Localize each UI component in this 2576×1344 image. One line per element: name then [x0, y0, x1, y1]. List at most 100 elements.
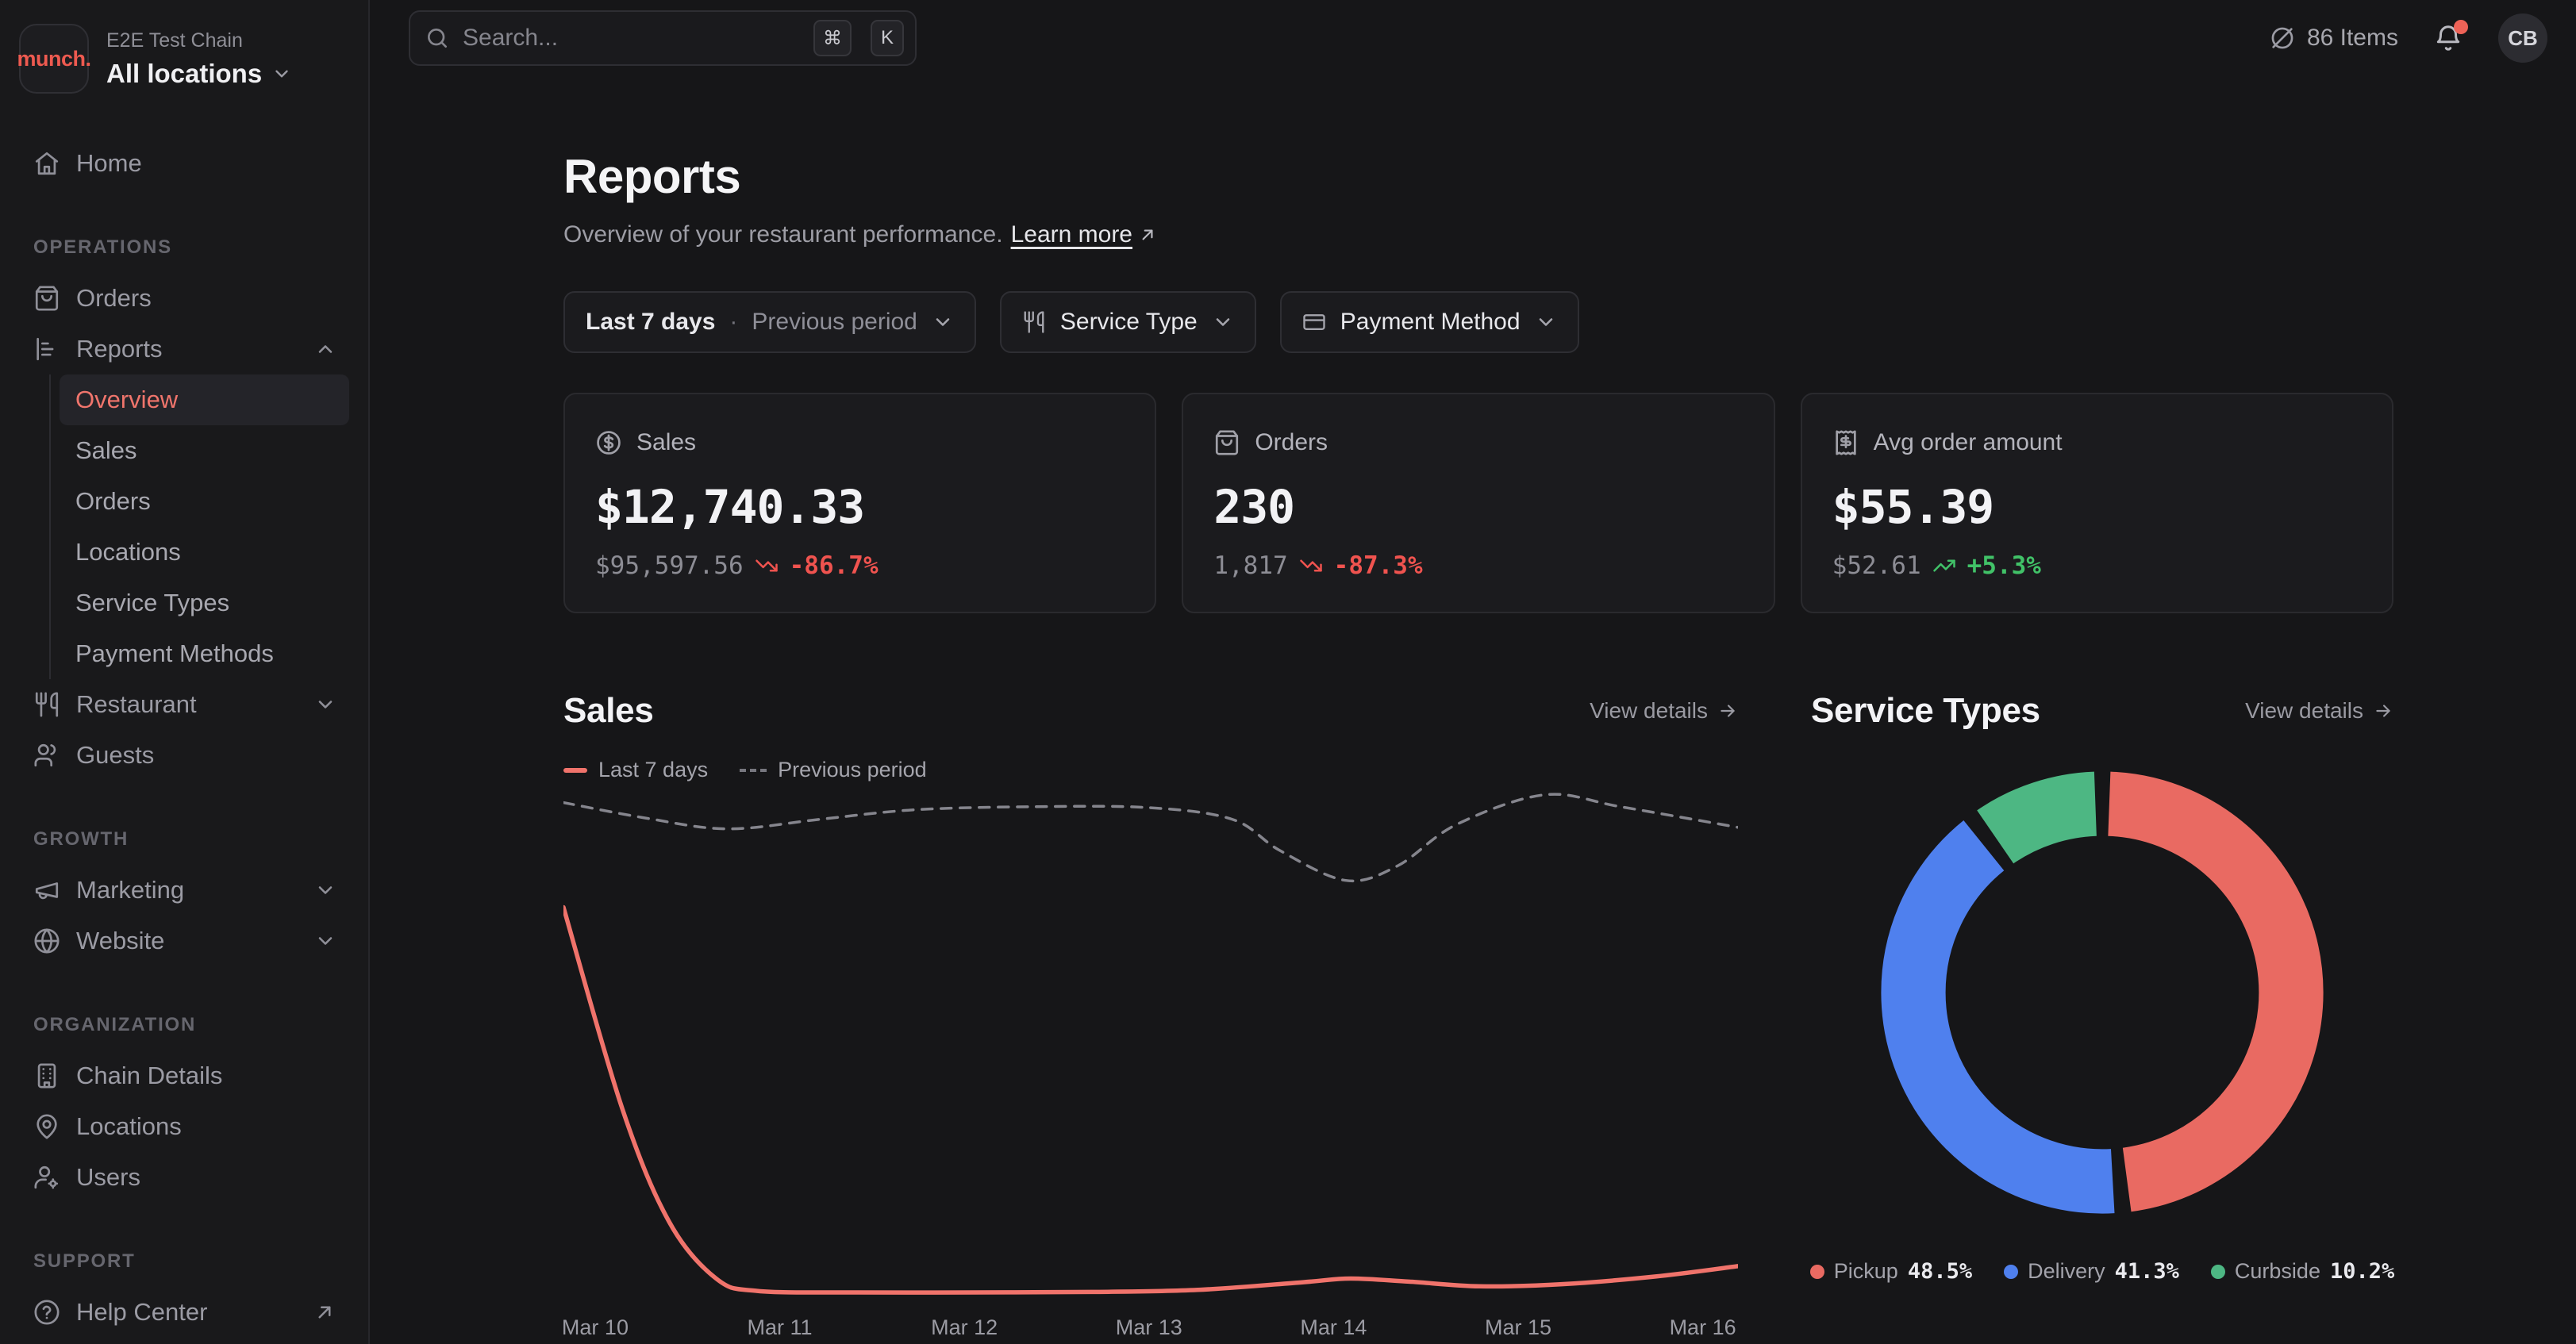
sidebar-item-help-center[interactable]: Help Center	[19, 1287, 349, 1338]
subnav-item-orders[interactable]: Orders	[60, 476, 349, 527]
search-input[interactable]	[463, 25, 801, 52]
sidebar-item-restaurant[interactable]: Restaurant	[19, 679, 349, 730]
shopping-bag-icon	[33, 285, 60, 312]
legend-label: Last 7 days	[598, 758, 708, 782]
sidebar-item-reports[interactable]: Reports	[19, 324, 349, 374]
sales-view-details-link[interactable]: View details	[1590, 698, 1738, 724]
avatar[interactable]: CB	[2498, 13, 2547, 63]
sidebar-item-marketing[interactable]: Marketing	[19, 865, 349, 916]
payment-methods-section-title: Payment Methods	[1811, 1341, 2106, 1344]
stat-change: -87.3%	[1334, 551, 1423, 580]
legend-percent: 48.5%	[1908, 1259, 1972, 1284]
series-line-current	[563, 908, 1738, 1293]
external-link-arrow-icon	[1137, 225, 1158, 245]
eighty-six-items-button[interactable]: 86 Items	[2269, 25, 2398, 52]
view-details-label: View details	[2245, 698, 2363, 724]
chevron-down-icon	[932, 311, 954, 333]
location-selector[interactable]: All locations	[106, 59, 292, 89]
globe-icon	[33, 927, 60, 954]
sidebar-item-orders[interactable]: Orders	[19, 273, 349, 324]
stat-change: +5.3%	[1967, 551, 2041, 580]
learn-more-link[interactable]: Learn more	[1011, 221, 1158, 248]
x-axis-label: Mar 12	[931, 1315, 998, 1340]
stat-label: Sales	[636, 429, 696, 456]
legend-label: Curbside	[2235, 1259, 2320, 1284]
stat-label: Avg order amount	[1874, 429, 2063, 456]
sidebar-nav: Home OPERATIONS Orders Reports Overview …	[19, 138, 349, 1338]
x-axis-label: Mar 11	[748, 1315, 813, 1340]
subnav-item-label: Payment Methods	[75, 639, 274, 668]
munch-logo: munch.	[19, 24, 89, 94]
stat-previous-value: $95,597.56	[595, 551, 744, 580]
date-range-filter[interactable]: Last 7 days · Previous period	[563, 291, 976, 353]
credit-card-icon	[1302, 310, 1326, 334]
view-details-label: View details	[1590, 698, 1708, 724]
sales-section-title: Sales	[563, 691, 654, 731]
x-axis-label: Mar 16	[1670, 1315, 1736, 1340]
stat-previous-value: $52.61	[1832, 551, 1921, 580]
megaphone-icon	[33, 877, 60, 904]
subnav-item-sales[interactable]: Sales	[60, 425, 349, 476]
home-icon	[33, 150, 60, 177]
location-selector-label: All locations	[106, 59, 262, 89]
section-label-organization: ORGANIZATION	[33, 1014, 349, 1038]
service-type-label: Service Type	[1060, 309, 1198, 336]
section-label-operations: OPERATIONS	[33, 236, 349, 260]
trending-down-icon	[1299, 554, 1323, 578]
top-bar: ⌘ K 86 Items CB	[370, 0, 2576, 76]
chain-name: E2E Test Chain	[106, 29, 292, 52]
chevron-down-icon	[271, 63, 292, 84]
sidebar-item-locations[interactable]: Locations	[19, 1101, 349, 1152]
brand: munch. E2E Test Chain All locations	[19, 0, 349, 94]
map-pin-icon	[33, 1113, 60, 1140]
service-types-view-details-link[interactable]: View details	[2245, 698, 2393, 724]
sidebar-item-label: Users	[76, 1163, 140, 1192]
sidebar-item-label: Help Center	[76, 1298, 207, 1327]
x-axis-label: Mar 13	[1116, 1315, 1182, 1340]
trending-down-icon	[755, 554, 779, 578]
content: Reports Overview of your restaurant perf…	[370, 76, 2576, 1344]
learn-more-label: Learn more	[1011, 221, 1132, 248]
chevron-down-icon	[1212, 311, 1234, 333]
sales-line-chart: Mar 10Mar 11Mar 12Mar 13Mar 14Mar 15Mar …	[563, 789, 1738, 1344]
legend-dot	[2004, 1265, 2018, 1279]
subnav-item-label: Locations	[75, 538, 181, 566]
payment-method-label: Payment Method	[1340, 309, 1521, 336]
notifications-button[interactable]	[2433, 23, 2463, 53]
sidebar-item-guests[interactable]: Guests	[19, 730, 349, 781]
trending-up-icon	[1932, 554, 1956, 578]
subnav-item-locations[interactable]: Locations	[60, 527, 349, 578]
subnav-item-label: Sales	[75, 436, 137, 465]
service-type-filter[interactable]: Service Type	[1000, 291, 1256, 353]
chevron-down-icon	[314, 930, 336, 952]
stat-label: Orders	[1255, 429, 1328, 456]
sidebar-item-chain-details[interactable]: Chain Details	[19, 1050, 349, 1101]
sidebar-item-users[interactable]: Users	[19, 1152, 349, 1203]
sidebar-item-label: Orders	[76, 284, 152, 313]
date-compare-value: Previous period	[752, 309, 917, 336]
reports-subnav: Overview Sales Orders Locations Service …	[49, 374, 349, 679]
sidebar-item-label: Guests	[76, 741, 154, 770]
sidebar-item-website[interactable]: Website	[19, 916, 349, 966]
subnav-item-label: Service Types	[75, 589, 229, 617]
sidebar-item-label: Website	[76, 927, 164, 955]
legend-solid-swatch	[563, 768, 587, 773]
service-types-section-title: Service Types	[1811, 691, 2040, 731]
user-gear-icon	[33, 1164, 60, 1191]
subnav-item-service-types[interactable]: Service Types	[60, 578, 349, 628]
subnav-item-label: Overview	[75, 386, 178, 414]
legend-label: Pickup	[1834, 1259, 1898, 1284]
page-subtitle: Overview of your restaurant performance.	[563, 221, 1003, 248]
legend-label: Previous period	[778, 758, 927, 782]
search-icon	[425, 25, 450, 51]
donut-legend-item-pickup: Pickup 48.5%	[1810, 1259, 1972, 1284]
search-box[interactable]: ⌘ K	[409, 10, 917, 66]
legend-percent: 41.3%	[2115, 1259, 2179, 1284]
sidebar-item-label: Reports	[76, 335, 163, 363]
subnav-item-payment-methods[interactable]: Payment Methods	[60, 628, 349, 679]
payment-method-filter[interactable]: Payment Method	[1280, 291, 1579, 353]
section-label-support: SUPPORT	[33, 1250, 349, 1274]
munch-logo-text: munch.	[17, 47, 91, 71]
sidebar-item-home[interactable]: Home	[19, 138, 349, 189]
subnav-item-overview[interactable]: Overview	[60, 374, 349, 425]
